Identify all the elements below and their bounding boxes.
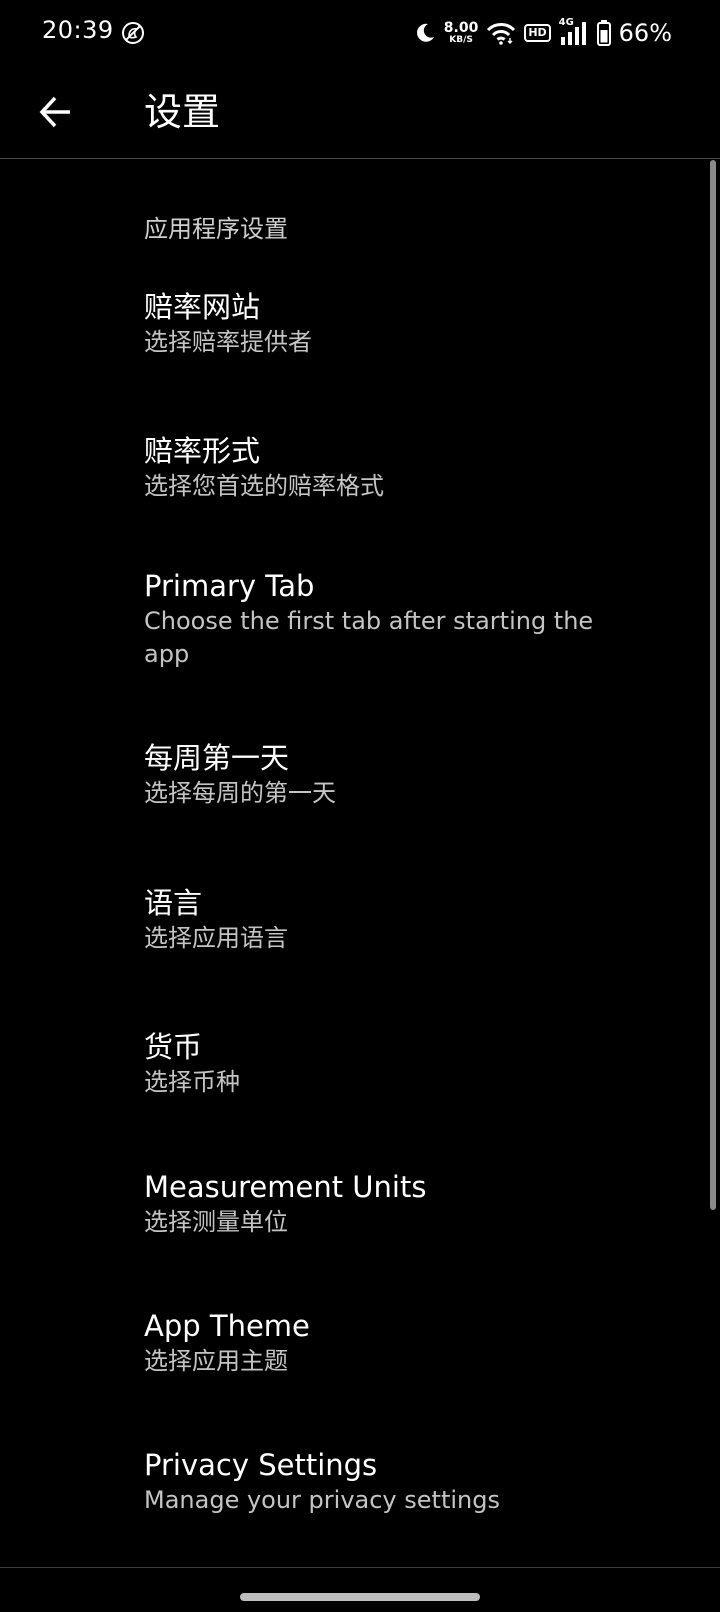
pref-title: 赔率形式 bbox=[144, 434, 261, 468]
pref-title: Measurement Units bbox=[144, 1170, 427, 1204]
pref-odds-website[interactable]: 赔率网站 选择赔率提供者 bbox=[0, 288, 700, 359]
scrollbar[interactable] bbox=[710, 160, 716, 1210]
pref-title: Privacy Settings bbox=[144, 1448, 378, 1482]
moon-icon bbox=[416, 23, 434, 42]
pref-first-day-of-week[interactable]: 每周第一天 选择每周的第一天 bbox=[0, 739, 700, 810]
pref-summary: 选择每周的第一天 bbox=[144, 779, 336, 807]
pref-title: 语言 bbox=[144, 886, 203, 920]
status-time: 20:39 bbox=[42, 16, 114, 44]
pref-privacy-settings[interactable]: Privacy Settings Manage your privacy set… bbox=[0, 1446, 700, 1517]
dnd-off-icon bbox=[122, 22, 144, 44]
pref-summary: 选择应用语言 bbox=[144, 924, 288, 952]
pref-summary: Choose the first tab after starting the … bbox=[144, 607, 594, 668]
pref-summary: 选择您首选的赔率格式 bbox=[144, 472, 384, 500]
pref-summary: Manage your privacy settings bbox=[144, 1486, 500, 1514]
pref-title: 货币 bbox=[144, 1030, 203, 1064]
pref-summary: 选择赔率提供者 bbox=[144, 328, 312, 356]
section-header: 应用程序设置 bbox=[144, 215, 288, 243]
pref-title: Primary Tab bbox=[144, 569, 315, 603]
bottom-divider bbox=[0, 1567, 720, 1568]
pref-language[interactable]: 语言 选择应用语言 bbox=[0, 884, 700, 955]
pref-summary: 选择测量单位 bbox=[144, 1208, 288, 1236]
network-speed-unit: KB/S bbox=[449, 35, 473, 45]
status-bar: 20:39 8.00 KB/S HD 4G 66% bbox=[0, 0, 720, 66]
arrow-left-icon bbox=[39, 96, 70, 128]
status-icons: 8.00 KB/S HD 4G 66% bbox=[414, 16, 672, 50]
signal-icon: 4G bbox=[559, 17, 589, 46]
pref-odds-format[interactable]: 赔率形式 选择您首选的赔率格式 bbox=[0, 432, 700, 503]
pref-app-theme[interactable]: App Theme 选择应用主题 bbox=[0, 1307, 700, 1378]
battery-icon bbox=[596, 20, 611, 46]
pref-summary: 选择币种 bbox=[144, 1068, 240, 1096]
battery-percent: 66% bbox=[618, 19, 672, 47]
pref-primary-tab[interactable]: Primary Tab Choose the first tab after s… bbox=[0, 567, 700, 671]
pref-title: 赔率网站 bbox=[144, 290, 261, 324]
back-button[interactable] bbox=[28, 84, 84, 140]
wifi-icon bbox=[487, 23, 516, 45]
gesture-handle[interactable] bbox=[240, 1593, 480, 1601]
network-speed: 8.00 KB/S bbox=[444, 21, 479, 45]
app-bar: 设置 bbox=[0, 66, 720, 159]
pref-summary: 选择应用主题 bbox=[144, 1347, 288, 1375]
pref-title: App Theme bbox=[144, 1309, 310, 1343]
hd-icon: HD bbox=[524, 24, 551, 42]
pref-currency[interactable]: 货币 选择币种 bbox=[0, 1028, 700, 1099]
settings-list[interactable]: 应用程序设置 赔率网站 选择赔率提供者 赔率形式 选择您首选的赔率格式 Prim… bbox=[0, 159, 720, 1567]
network-speed-value: 8.00 bbox=[443, 20, 479, 36]
page-title: 设置 bbox=[144, 90, 221, 134]
pref-title: 每周第一天 bbox=[144, 741, 290, 775]
pref-measurement-units[interactable]: Measurement Units 选择测量单位 bbox=[0, 1168, 700, 1239]
